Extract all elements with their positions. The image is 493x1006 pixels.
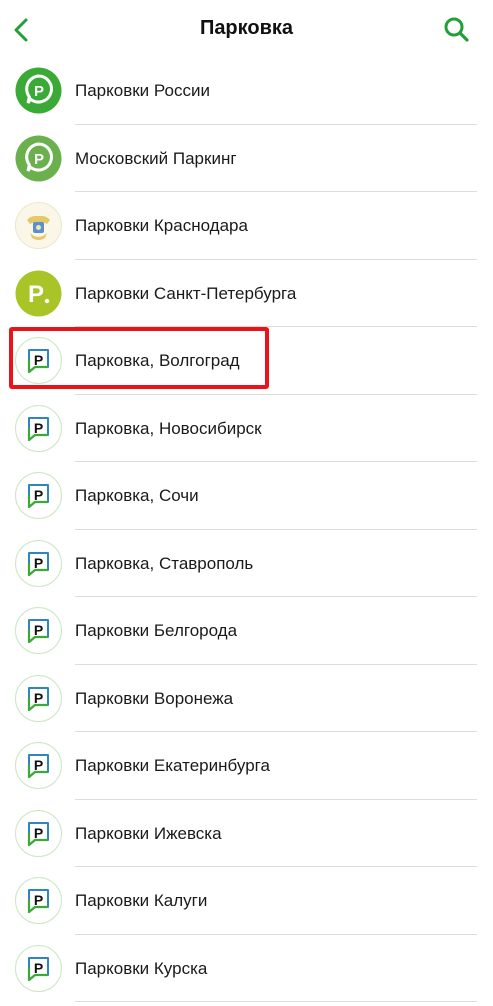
- list-item[interactable]: P Московский Паркинг: [0, 125, 493, 192]
- svg-text:P: P: [34, 892, 43, 908]
- list-item-label: Парковки России: [75, 81, 210, 100]
- parking-p-bubble-icon: P: [14, 809, 63, 857]
- parking-lime-circle-icon: P: [15, 270, 62, 317]
- list-item[interactable]: P Парковки Екатеринбурга: [0, 732, 493, 800]
- parking-p-bubble-icon: P: [14, 471, 63, 520]
- svg-text:P: P: [34, 690, 43, 706]
- search-button[interactable]: [442, 15, 472, 45]
- list-item[interactable]: P Парковки Ижевска: [0, 800, 493, 867]
- list-item[interactable]: P Парковка, Новосибирск: [0, 395, 493, 462]
- list-item-label: Парковки Курска: [75, 958, 208, 978]
- svg-text:P: P: [34, 555, 43, 571]
- parking-p-bubble-icon: P: [14, 539, 63, 587]
- svg-text:P: P: [34, 825, 43, 841]
- svg-text:P: P: [34, 352, 43, 368]
- svg-text:P: P: [28, 281, 44, 308]
- list-item-label: Парковки Калуги: [75, 891, 208, 910]
- list-item[interactable]: P Парковка, Сочи: [0, 462, 493, 530]
- top-bar: Парковка: [0, 0, 493, 60]
- svg-text:P: P: [34, 757, 43, 773]
- list-item-label: Парковка, Ставрополь: [75, 553, 254, 573]
- divider: [75, 1001, 477, 1002]
- list-item[interactable]: P Парковки России: [0, 57, 493, 125]
- search-icon: [444, 17, 469, 42]
- list-item[interactable]: Парковки Краснодара: [0, 192, 493, 260]
- list-item[interactable]: P Парковки Курска: [0, 935, 493, 1002]
- parking-pin-green-icon: P: [15, 135, 62, 182]
- list-item-label: Парковка, Волгоград: [75, 351, 240, 370]
- list-item[interactable]: P Парковки Воронежа: [0, 665, 493, 732]
- parking-pin-green-icon: P: [15, 67, 62, 114]
- list-item-label: Парковки Воронежа: [75, 688, 234, 708]
- parking-services-list: P Парковки России P Московский Паркинг П…: [0, 57, 493, 1002]
- svg-text:P: P: [34, 622, 43, 638]
- list-item-label: Парковки Белгорода: [75, 621, 238, 640]
- svg-text:P: P: [34, 83, 44, 100]
- parking-p-bubble-icon: P: [14, 336, 63, 385]
- parking-p-bubble-icon: P: [14, 876, 63, 925]
- parking-p-bubble-icon: P: [14, 944, 63, 992]
- parking-p-bubble-icon: P: [14, 606, 63, 655]
- list-item-label: Парковки Екатеринбурга: [75, 756, 270, 775]
- list-item-label: Парковки Краснодара: [75, 216, 248, 235]
- list-item[interactable]: P Парковки Белгорода: [0, 597, 493, 665]
- svg-text:P: P: [34, 487, 43, 503]
- svg-text:P: P: [34, 960, 43, 976]
- svg-text:P: P: [34, 151, 44, 168]
- list-item[interactable]: P Парковка, Ставрополь: [0, 530, 493, 597]
- parking-p-bubble-icon: P: [14, 674, 63, 722]
- list-item[interactable]: P Парковка, Волгоград: [0, 327, 493, 395]
- list-item[interactable]: P Парковки Санкт-Петербурга: [0, 260, 493, 327]
- list-item-label: Парковки Санкт-Петербурга: [75, 283, 297, 303]
- krasnodar-emblem-icon: [15, 202, 62, 249]
- parking-p-bubble-icon: P: [14, 404, 63, 452]
- list-item-label: Московский Паркинг: [75, 148, 237, 168]
- list-item-label: Парковка, Новосибирск: [75, 418, 262, 438]
- svg-text:P: P: [34, 420, 43, 436]
- page-title: Парковка: [199, 17, 294, 39]
- list-item-label: Парковки Ижевска: [75, 823, 222, 843]
- parking-p-bubble-icon: P: [14, 741, 63, 790]
- list-item[interactable]: P Парковки Калуги: [0, 867, 493, 935]
- list-item-label: Парковка, Сочи: [75, 486, 199, 505]
